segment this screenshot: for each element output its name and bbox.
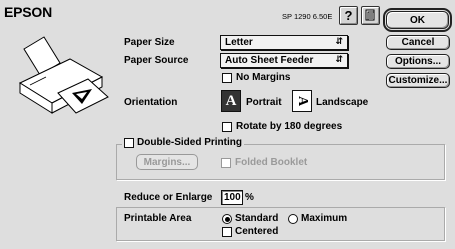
centered-checkbox[interactable]: [222, 227, 232, 237]
rotate-180-label: Rotate by 180 degrees: [236, 121, 343, 132]
landscape-icon[interactable]: A: [292, 90, 312, 112]
landscape-label[interactable]: Landscape: [316, 97, 368, 108]
folded-booklet-checkbox[interactable]: [221, 158, 231, 168]
cancel-button[interactable]: Cancel: [386, 35, 450, 50]
printable-area-label: Printable Area: [124, 213, 192, 224]
centered-label: Centered: [235, 226, 279, 237]
radio-selected-dot: [224, 216, 230, 222]
folded-booklet-label: Folded Booklet: [235, 157, 308, 168]
orientation-label: Orientation: [124, 97, 178, 108]
paper-source-label: Paper Source: [124, 55, 189, 66]
paper-source-select[interactable]: Auto Sheet Feeder ⇵: [220, 53, 348, 68]
rotate-180-checkbox[interactable]: [222, 122, 232, 132]
reduce-enlarge-label: Reduce or Enlarge: [124, 192, 213, 203]
double-sided-label: Double-Sided Printing: [137, 137, 242, 148]
select-arrows-icon: ⇵: [335, 36, 343, 46]
customize-button[interactable]: Customize...: [386, 73, 450, 88]
no-margins-label: No Margins: [236, 72, 291, 83]
percent-unit: %: [245, 192, 254, 203]
double-sided-header: Double-Sided Printing: [122, 137, 244, 148]
maximum-radio[interactable]: [288, 214, 298, 224]
model-version: SP 1290 6.50E: [282, 12, 333, 21]
help-icon: ?: [344, 8, 353, 23]
paper-source-value: Auto Sheet Feeder: [225, 55, 314, 66]
standard-label: Standard: [235, 213, 279, 224]
landscape-glyph: A: [295, 95, 310, 107]
portrait-label[interactable]: Portrait: [246, 97, 282, 108]
no-margins-checkbox[interactable]: [222, 73, 232, 83]
printer-utility-icon: [365, 9, 375, 21]
ok-button[interactable]: OK: [383, 8, 452, 32]
paper-size-label: Paper Size: [124, 37, 175, 48]
epson-logo: EPSON: [4, 4, 53, 20]
select-arrows-icon: ⇵: [335, 54, 343, 64]
printer-utility-button[interactable]: [361, 6, 380, 25]
standard-radio[interactable]: [222, 214, 232, 224]
printer-illustration: [18, 36, 109, 114]
paper-size-value: Letter: [225, 37, 253, 48]
options-button[interactable]: Options...: [386, 54, 450, 69]
margins-button[interactable]: Margins...: [136, 154, 198, 170]
double-sided-checkbox[interactable]: [124, 137, 134, 148]
help-button[interactable]: ?: [339, 6, 358, 25]
portrait-icon[interactable]: A: [221, 90, 241, 112]
paper-size-select[interactable]: Letter ⇵: [220, 35, 348, 50]
maximum-label: Maximum: [301, 213, 348, 224]
reduce-enlarge-input[interactable]: 100: [221, 190, 243, 205]
portrait-glyph: A: [225, 92, 237, 109]
